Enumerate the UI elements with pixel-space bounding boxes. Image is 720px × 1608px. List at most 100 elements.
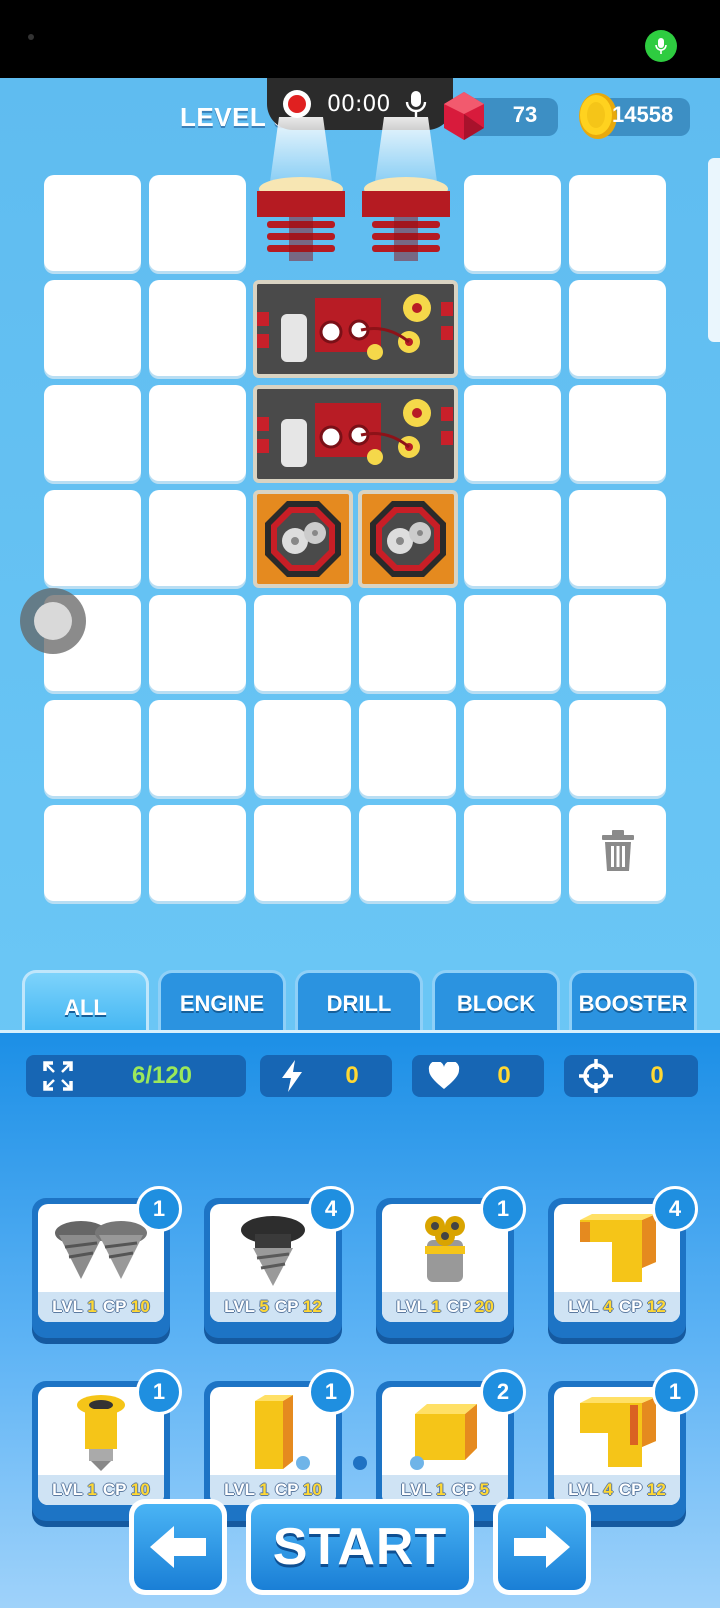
engine-part[interactable] bbox=[253, 280, 458, 378]
grid-cell[interactable] bbox=[569, 490, 666, 586]
start-button[interactable]: START bbox=[246, 1499, 474, 1595]
page-dot[interactable] bbox=[410, 1456, 424, 1470]
recorder-time: 00:00 bbox=[327, 91, 391, 117]
floating-assistive-button[interactable] bbox=[20, 588, 86, 654]
drill-part[interactable] bbox=[249, 117, 353, 273]
health-stat: 0 bbox=[412, 1055, 544, 1097]
grid-cell[interactable] bbox=[149, 805, 246, 901]
grid-cell[interactable] bbox=[464, 280, 561, 376]
lvl-value: 5 bbox=[259, 1297, 269, 1316]
part-card[interactable]: LVL 4 CP 12 4 bbox=[548, 1186, 698, 1338]
tab-block[interactable]: BLOCK bbox=[432, 970, 560, 1034]
grid-cell[interactable] bbox=[149, 385, 246, 481]
lvl-value: 1 bbox=[87, 1480, 97, 1499]
grid-cell[interactable] bbox=[569, 700, 666, 796]
grid-cell[interactable] bbox=[254, 700, 351, 796]
expand-icon bbox=[38, 1059, 78, 1093]
cp-value: 10 bbox=[302, 1480, 322, 1499]
lvl-value: 1 bbox=[259, 1480, 269, 1499]
grid-cell[interactable] bbox=[464, 595, 561, 691]
page-dot[interactable] bbox=[353, 1456, 367, 1470]
grid-cell[interactable] bbox=[359, 700, 456, 796]
page-indicator bbox=[0, 1456, 720, 1476]
side-panel-handle[interactable] bbox=[708, 158, 720, 342]
part-count-badge: 4 bbox=[308, 1186, 354, 1232]
part-count-badge: 4 bbox=[652, 1186, 698, 1232]
cp-label: CP bbox=[274, 1297, 303, 1316]
accuracy-value: 0 bbox=[650, 1062, 664, 1089]
part-card-stats: LVL 1 CP 20 bbox=[382, 1292, 508, 1322]
status-bar bbox=[0, 0, 720, 78]
page-dot[interactable] bbox=[296, 1456, 310, 1470]
part-card[interactable]: LVL 1 CP 10 1 bbox=[32, 1186, 182, 1338]
grid-cell[interactable] bbox=[149, 595, 246, 691]
grid-cell[interactable] bbox=[464, 805, 561, 901]
grid-cell[interactable] bbox=[569, 385, 666, 481]
part-count-badge: 1 bbox=[480, 1186, 526, 1232]
gear-booster-part[interactable] bbox=[253, 490, 353, 588]
lvl-label: LVL bbox=[396, 1297, 432, 1316]
game-screen: LEVEL 57 00:00 73 14558 ALL ENGINE DRILL BL… bbox=[0, 78, 720, 1608]
lvl-label: LVL bbox=[52, 1480, 88, 1499]
part-count-badge: 1 bbox=[652, 1369, 698, 1415]
grid-cell[interactable] bbox=[464, 700, 561, 796]
lvl-label: LVL bbox=[52, 1297, 88, 1316]
grid-cell[interactable] bbox=[569, 175, 666, 271]
cp-label: CP bbox=[102, 1297, 131, 1316]
next-page-button[interactable] bbox=[493, 1499, 591, 1595]
trash-cell[interactable] bbox=[569, 805, 666, 901]
grid-cell[interactable] bbox=[464, 175, 561, 271]
grid-cell[interactable] bbox=[359, 805, 456, 901]
engine-part[interactable] bbox=[253, 385, 458, 483]
part-count-badge: 1 bbox=[136, 1186, 182, 1232]
cp-label: CP bbox=[451, 1480, 480, 1499]
grid-cell[interactable] bbox=[149, 490, 246, 586]
power-stat: 0 bbox=[260, 1055, 392, 1097]
grid-cell[interactable] bbox=[44, 490, 141, 586]
grid-cell[interactable] bbox=[44, 280, 141, 376]
part-card-stats: LVL 4 CP 12 bbox=[554, 1292, 680, 1322]
accuracy-stat: 0 bbox=[564, 1055, 698, 1097]
part-card[interactable]: LVL 1 CP 20 1 bbox=[376, 1186, 526, 1338]
heart-icon bbox=[424, 1059, 464, 1093]
grid-cell[interactable] bbox=[464, 385, 561, 481]
grid-cell[interactable] bbox=[254, 595, 351, 691]
grid-cell[interactable] bbox=[569, 595, 666, 691]
grid-cell[interactable] bbox=[254, 805, 351, 901]
cp-value: 12 bbox=[646, 1480, 666, 1499]
grid-cell[interactable] bbox=[149, 280, 246, 376]
grid-cell[interactable] bbox=[149, 700, 246, 796]
record-button[interactable] bbox=[283, 90, 311, 118]
lvl-value: 4 bbox=[603, 1297, 613, 1316]
lvl-label: LVL bbox=[568, 1480, 604, 1499]
grid-cell[interactable] bbox=[44, 805, 141, 901]
part-card-stats: LVL 5 CP 12 bbox=[210, 1292, 336, 1322]
grid-cell[interactable] bbox=[149, 175, 246, 271]
lvl-value: 1 bbox=[87, 1297, 97, 1316]
tab-booster[interactable]: BOOSTER bbox=[569, 970, 697, 1034]
prev-page-button[interactable] bbox=[129, 1499, 227, 1595]
cp-value: 5 bbox=[479, 1480, 490, 1499]
part-card[interactable]: LVL 5 CP 12 4 bbox=[204, 1186, 354, 1338]
grid-cell[interactable] bbox=[44, 175, 141, 271]
tab-engine[interactable]: ENGINE bbox=[158, 970, 286, 1034]
grid-cell[interactable] bbox=[44, 385, 141, 481]
lvl-value: 4 bbox=[603, 1480, 613, 1499]
capacity-value: 6/120 bbox=[131, 1062, 193, 1089]
tab-drill[interactable]: DRILL bbox=[295, 970, 423, 1034]
crosshair-icon bbox=[576, 1059, 616, 1093]
cp-label: CP bbox=[618, 1480, 647, 1499]
part-count-badge: 1 bbox=[136, 1369, 182, 1415]
power-value: 0 bbox=[345, 1062, 359, 1089]
gear-booster-part[interactable] bbox=[358, 490, 458, 588]
grid-cell[interactable] bbox=[359, 595, 456, 691]
lightning-icon bbox=[272, 1059, 312, 1093]
part-count-badge: 1 bbox=[308, 1369, 354, 1415]
recorder-mic-icon[interactable] bbox=[404, 89, 428, 119]
grid-cell[interactable] bbox=[569, 280, 666, 376]
cp-label: CP bbox=[274, 1480, 303, 1499]
grid-cell[interactable] bbox=[44, 700, 141, 796]
grid-cell[interactable] bbox=[464, 490, 561, 586]
lvl-value: 1 bbox=[436, 1480, 446, 1499]
drill-part[interactable] bbox=[354, 117, 458, 273]
